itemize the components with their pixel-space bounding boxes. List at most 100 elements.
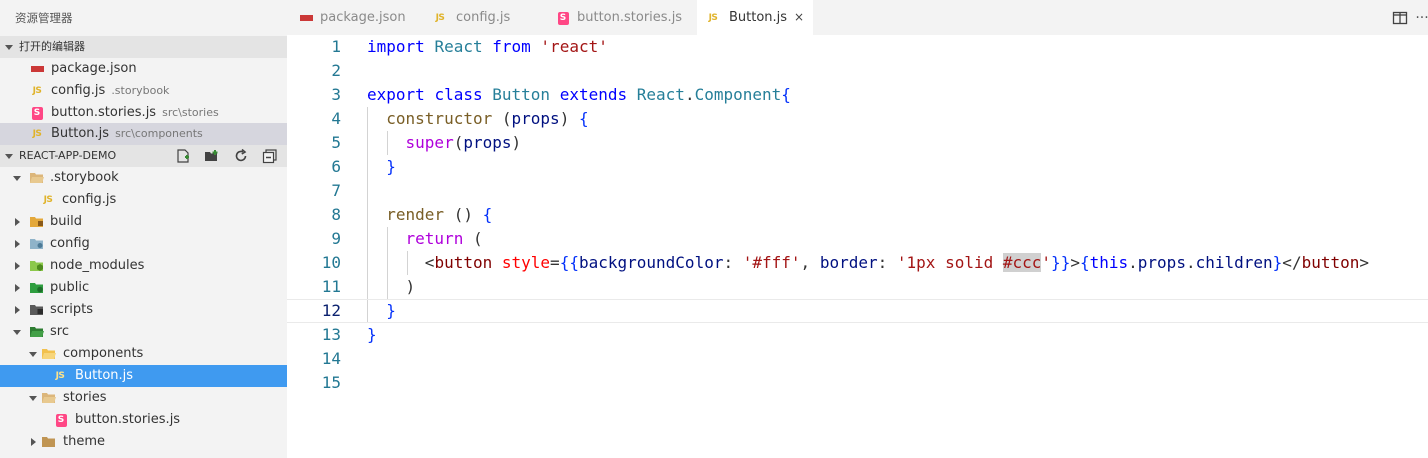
tab-package-json[interactable]: package.json — [287, 0, 412, 35]
folder-public-icon — [29, 280, 45, 296]
open-editor-button-stories[interactable]: S button.stories.js src\stories — [0, 102, 287, 124]
explorer-title: 资源管理器 — [15, 11, 73, 25]
folder-src-icon — [29, 324, 45, 340]
code-text[interactable]: ) — [367, 275, 416, 299]
tree-folder-components[interactable]: components — [0, 343, 287, 365]
code-line[interactable]: 4 constructor (props) { — [287, 107, 1428, 131]
folder-config-icon — [29, 236, 45, 252]
line-number: 8 — [331, 205, 341, 224]
tree-folder-config[interactable]: config — [0, 233, 287, 255]
tree-label: theme — [63, 434, 105, 449]
tab-button-stories[interactable]: S button.stories.js — [545, 0, 695, 35]
tree-file-config-js[interactable]: JS config.js — [0, 189, 287, 211]
tree-folder-node-modules[interactable]: node_modules — [0, 255, 287, 277]
tree-label: components — [63, 346, 144, 361]
open-editor-config-js[interactable]: JS config.js .storybook — [0, 80, 287, 102]
chevron-down-icon — [29, 351, 37, 357]
code-text[interactable]: } — [367, 323, 377, 347]
npm-icon — [29, 61, 45, 77]
tree-label: .storybook — [50, 170, 119, 185]
split-editor-icon — [1392, 11, 1408, 25]
code-text[interactable]: } — [367, 300, 396, 322]
code-editor[interactable]: 1 import React from 'react' 2 3 export class… — [287, 35, 1428, 458]
open-editor-button-js[interactable]: JS Button.js src\components — [0, 123, 287, 145]
line-number: 10 — [321, 253, 341, 272]
new-folder-icon — [205, 150, 218, 161]
line-number: 12 — [321, 301, 341, 320]
open-editors-title: 打开的编辑器 — [19, 40, 85, 53]
tree-folder-build[interactable]: build — [0, 211, 287, 233]
more-actions-icon[interactable]: ··· — [1413, 9, 1428, 27]
chevron-right-icon — [14, 284, 20, 292]
tree-label: Button.js — [75, 368, 134, 383]
code-text[interactable]: import React from 'react' — [367, 35, 608, 59]
code-line[interactable]: 3 export class Button extends React.Compo… — [287, 83, 1428, 107]
chevron-down-icon — [5, 153, 13, 159]
tree-file-button-stories[interactable]: S button.stories.js — [0, 409, 287, 431]
folder-open-icon — [29, 170, 45, 186]
tree-folder-storybook[interactable]: .storybook — [0, 167, 287, 189]
close-icon[interactable]: × — [794, 0, 804, 35]
code-line[interactable]: 7 — [287, 179, 1428, 203]
code-text[interactable]: return ( — [367, 227, 483, 251]
new-file-button[interactable] — [174, 147, 192, 165]
code-line[interactable]: 5 super(props) — [287, 131, 1428, 155]
project-title: REACT-APP-DEMO — [19, 149, 117, 162]
tree-folder-public[interactable]: public — [0, 277, 287, 299]
project-header[interactable]: REACT-APP-DEMO — [0, 145, 287, 167]
folder-scripts-icon — [29, 302, 45, 318]
open-editor-label: button.stories.js — [51, 105, 157, 120]
tree-label: button.stories.js — [75, 412, 181, 427]
code-text[interactable]: render () { — [367, 203, 492, 227]
code-line[interactable]: 8 render () { — [287, 203, 1428, 227]
code-text[interactable]: } — [367, 155, 396, 179]
code-text[interactable]: super(props) — [367, 131, 522, 155]
tab-label: package.json — [320, 10, 406, 25]
code-line[interactable]: 2 — [287, 59, 1428, 83]
new-folder-button[interactable] — [203, 147, 221, 165]
folder-components-icon — [41, 346, 57, 362]
open-editor-label: package.json — [51, 61, 137, 76]
folder-icon — [41, 434, 57, 450]
open-editor-package-json[interactable]: package.json — [0, 58, 287, 80]
tree-folder-theme[interactable]: theme — [0, 431, 287, 453]
tree-file-button-js[interactable]: JS Button.js — [0, 365, 287, 387]
code-line[interactable]: 15 — [287, 371, 1428, 395]
code-line[interactable]: 13} — [287, 323, 1428, 347]
code-line[interactable]: 9 return ( — [287, 227, 1428, 251]
line-number: 9 — [331, 229, 341, 248]
line-number: 7 — [331, 181, 341, 200]
split-editor-button[interactable] — [1391, 9, 1409, 27]
line-number: 2 — [331, 61, 341, 80]
tree-folder-scripts[interactable]: scripts — [0, 299, 287, 321]
chevron-down-icon — [13, 175, 21, 181]
open-editor-path: src\stories — [162, 106, 219, 119]
refresh-button[interactable] — [232, 147, 250, 165]
tab-config-js[interactable]: JS config.js — [422, 0, 532, 35]
code-line[interactable]: 10 <button style={{backgroundColor: '#ff… — [287, 251, 1428, 275]
code-text[interactable]: <button style={{backgroundColor: '#fff',… — [367, 251, 1369, 275]
tab-button-js[interactable]: JS Button.js × — [697, 0, 813, 35]
tree-folder-stories[interactable]: stories — [0, 387, 287, 409]
open-editors-header[interactable]: 打开的编辑器 — [0, 36, 287, 58]
code-line[interactable]: 14 — [287, 347, 1428, 371]
chevron-right-icon — [14, 306, 20, 314]
folder-open-icon — [41, 390, 57, 406]
code-line[interactable]: 6 } — [287, 155, 1428, 179]
code-text[interactable]: export class Button extends React.Compon… — [367, 83, 791, 107]
tree-folder-src[interactable]: src — [0, 321, 287, 343]
open-editor-path: src\components — [115, 127, 203, 140]
tree-label: scripts — [50, 302, 93, 317]
collapse-all-button[interactable] — [261, 147, 279, 165]
chevron-right-icon — [14, 262, 20, 270]
code-line[interactable]: 11 ) — [287, 275, 1428, 299]
line-number: 6 — [331, 157, 341, 176]
code-line[interactable]: 1 import React from 'react' — [287, 35, 1428, 59]
code-text[interactable]: constructor (props) { — [367, 107, 588, 131]
line-number: 11 — [321, 277, 341, 296]
chevron-down-icon — [29, 395, 37, 401]
js-icon: JS — [55, 371, 65, 381]
editor-area: package.json JS config.js S button.stori… — [287, 0, 1428, 458]
line-number: 15 — [321, 373, 341, 392]
code-line[interactable]: 12 } — [287, 299, 1428, 323]
